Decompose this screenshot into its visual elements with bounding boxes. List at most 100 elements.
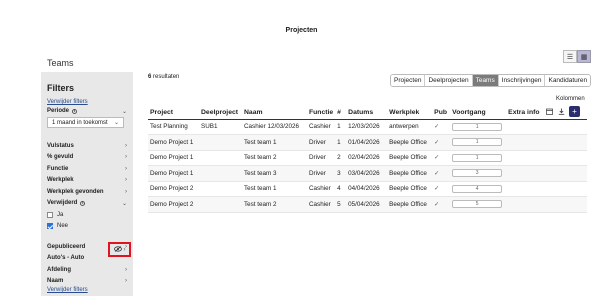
option-ja[interactable]: Ja: [47, 209, 129, 221]
tab-kandidaturen[interactable]: Kandidaturen: [545, 75, 591, 86]
col-header-project[interactable]: Project: [148, 107, 199, 120]
table-row[interactable]: Demo Project 2 Test team 2 Cashier 5 05/04/2…: [148, 196, 587, 213]
filter-label: Functie: [47, 165, 69, 172]
filter-verwijderd-title: Verwijderd i: [47, 200, 86, 206]
filters-panel: Filters Verwijder filters Periode i ⌄ 1 …: [41, 72, 133, 296]
tab-deelprojecten[interactable]: Deelprojecten: [425, 75, 473, 86]
periode-select[interactable]: 1 maand in toekomst ⌄: [47, 117, 124, 128]
cell-extra-info: [506, 181, 587, 197]
col-header-datums[interactable]: Datums: [346, 107, 388, 120]
chevron-down-icon: ⌄: [121, 200, 127, 207]
progress-indicator: 5: [452, 200, 503, 209]
cell-functie: Driver: [307, 165, 336, 182]
progress-indicator: 3: [452, 169, 503, 178]
cell-datum: 03/04/2026: [346, 165, 388, 182]
tab-projecten[interactable]: Projecten: [391, 75, 426, 86]
list-view-button[interactable]: ☰: [563, 50, 577, 63]
filter-vulstatus[interactable]: Vulstatus ›: [47, 140, 129, 152]
reset-filters-link[interactable]: Verwijder filters: [47, 99, 129, 105]
cell-voortgang: 1: [450, 134, 507, 151]
page-title: Projecten: [285, 27, 318, 34]
info-icon: i: [80, 200, 86, 206]
filter-percent-gevuld[interactable]: % gevuld ›: [47, 152, 129, 164]
cell-nummer: 1: [335, 134, 347, 151]
checkbox-nee[interactable]: [47, 223, 53, 230]
cell-nummer: 4: [335, 181, 347, 197]
filter-periode-label: Periode: [47, 108, 70, 114]
cell-pub: ✓: [432, 181, 451, 197]
filter-periode[interactable]: Periode i ⌄: [47, 108, 129, 115]
cell-deelproject: SUB1: [199, 119, 242, 135]
cell-pub: ✓: [432, 196, 451, 213]
cell-pub: ✓: [432, 165, 451, 182]
filter-verwijderd[interactable]: Verwijderd i ⌄: [47, 198, 129, 210]
filter-label: Auto's - Auto: [47, 255, 85, 262]
filter-afdeling[interactable]: Afdeling ›: [47, 264, 129, 276]
filter-label: % gevuld: [47, 154, 74, 161]
chevron-right-icon: ›: [125, 278, 127, 285]
progress-indicator: 1: [452, 153, 503, 162]
progress-indicator: 1: [452, 138, 503, 147]
filters-heading: Filters: [47, 83, 75, 93]
cell-pub: ✓: [432, 150, 451, 166]
col-header-voortgang[interactable]: Voortgang: [450, 107, 507, 120]
cell-datum: 12/03/2026: [346, 119, 388, 135]
section-title: Teams: [47, 58, 74, 68]
checkbox-ja[interactable]: [47, 211, 53, 218]
col-header-pub[interactable]: Pub: [432, 107, 451, 120]
filter-werkplek[interactable]: Werkplek ›: [47, 175, 129, 187]
col-header-functie[interactable]: Functie: [307, 107, 336, 120]
tab-inschrijvingen[interactable]: Inschrijvingen: [498, 75, 546, 86]
checkmark-icon: ✓: [434, 139, 440, 146]
table-row[interactable]: Test Planning SUB1 Cashier 12/03/2026 Cashi…: [148, 119, 587, 135]
filter-functie[interactable]: Functie ›: [47, 163, 129, 175]
view-toggle: ☰ ▦: [563, 50, 591, 63]
table-row[interactable]: Demo Project 1 Test team 3 Driver 3 03/04/20…: [148, 165, 587, 182]
cell-extra-info: [506, 165, 587, 182]
col-header-deelproject[interactable]: Deelproject: [199, 107, 242, 120]
cell-werkplek: Beeple Office: [387, 196, 433, 213]
entity-tabs: Projecten Deelprojecten Teams Inschrijvi…: [390, 74, 592, 87]
filter-label: Naam: [47, 278, 64, 285]
chevron-right-icon: ›: [125, 177, 127, 184]
chevron-right-icon: ›: [125, 154, 127, 161]
checkmark-icon: ✓: [434, 201, 440, 208]
col-header-nummer[interactable]: #: [335, 107, 347, 120]
tab-teams[interactable]: Teams: [472, 75, 499, 86]
option-nee[interactable]: Nee: [47, 221, 129, 233]
filter-group-a: Vulstatus › % gevuld › Functie › Werkplek › …: [47, 140, 129, 232]
table-row[interactable]: Demo Project 1 Test team 1 Driver 1 01/04/20…: [148, 134, 587, 151]
table-row[interactable]: Demo Project 2 Test team 1 Cashier 4 04/04/2…: [148, 181, 587, 197]
periode-select-value: 1 maand in toekomst: [52, 119, 108, 126]
cell-voortgang: 1: [450, 119, 507, 135]
cell-functie: Cashier: [307, 196, 336, 213]
filter-naam[interactable]: Naam ›: [47, 276, 129, 288]
hidden-filter-toggle[interactable]: ›: [108, 242, 131, 257]
chevron-right-icon: ›: [125, 266, 127, 273]
cell-functie: Cashier: [307, 119, 336, 135]
cell-project: Demo Project 1: [148, 150, 199, 166]
chevron-right-icon: ›: [123, 246, 126, 253]
option-label: Ja: [57, 211, 64, 218]
grid-view-button[interactable]: ▦: [577, 50, 591, 63]
chevron-right-icon: ›: [125, 142, 127, 149]
cell-project: Demo Project 1: [148, 165, 199, 182]
eye-off-icon[interactable]: [113, 245, 122, 254]
reset-filters-link-bottom[interactable]: Verwijder filters: [47, 287, 129, 293]
cell-pub: ✓: [432, 119, 451, 135]
col-header-naam[interactable]: Naam: [242, 107, 307, 120]
cell-deelproject: [199, 134, 242, 151]
teams-table: Project Deelproject Naam Functie # Datum…: [148, 107, 587, 213]
col-header-extra-info[interactable]: Extra info: [506, 107, 587, 120]
checkmark-icon: ✓: [434, 170, 440, 177]
columns-label[interactable]: Kolommen: [556, 96, 585, 102]
col-header-werkplek[interactable]: Werkplek: [387, 107, 433, 120]
filter-werkplek-gevonden[interactable]: Werkplek gevonden ›: [47, 186, 129, 198]
chevron-right-icon: ›: [125, 165, 127, 172]
filter-label: Vulstatus: [47, 142, 74, 149]
table-row[interactable]: Demo Project 1 Test team 2 Driver 2 02/04/20…: [148, 150, 587, 166]
filter-label: Werkplek: [47, 177, 74, 184]
cell-functie: Driver: [307, 134, 336, 151]
cell-werkplek: Beeple Office: [387, 181, 433, 197]
cell-voortgang: 1: [450, 150, 507, 166]
